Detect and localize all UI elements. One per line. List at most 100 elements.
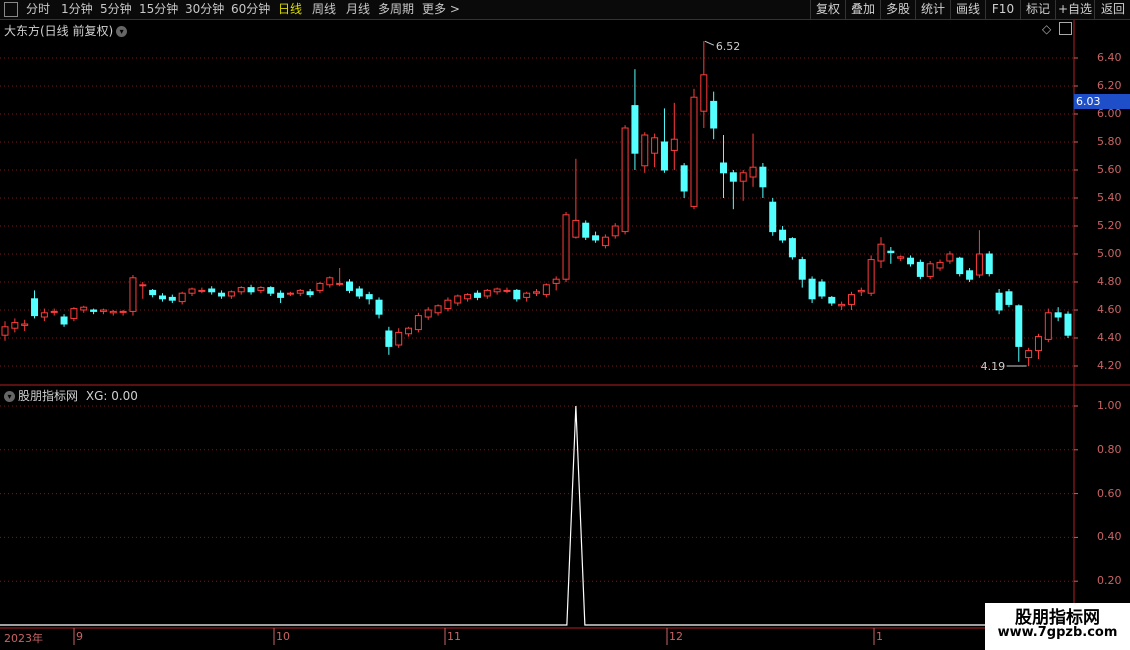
candle-body-down	[60, 316, 68, 325]
candle-body-up	[838, 303, 846, 307]
candle-body-down	[149, 289, 157, 296]
price-tick-label: 4.80	[1097, 275, 1122, 288]
candle-body-down	[345, 281, 353, 291]
indicator-tick-label: 0.60	[1097, 486, 1122, 500]
candle-body-up	[936, 261, 944, 269]
price-tick-label: 5.20	[1097, 219, 1122, 232]
candle-body-up	[877, 243, 885, 262]
candle-body-down	[779, 229, 787, 241]
candle-body-up	[523, 292, 531, 298]
candle-body-up	[11, 322, 19, 329]
candle-body-down	[247, 287, 255, 293]
price-tick-label: 4.40	[1097, 331, 1122, 344]
current-price-tag: 6.03	[1074, 94, 1130, 109]
candle-body-down	[985, 253, 993, 275]
candle-body-up	[700, 74, 708, 112]
candle-body-down	[168, 296, 176, 301]
candle-body-down	[966, 270, 974, 280]
candle-body-up	[1025, 350, 1033, 359]
candle-body-down	[1064, 313, 1072, 336]
candle-body-up	[178, 292, 186, 303]
date-label: 12	[669, 630, 683, 643]
candle-body-up	[50, 310, 58, 313]
candle-body-down	[473, 292, 481, 298]
candle-body-up	[975, 253, 983, 276]
low-price-label: 4.19	[981, 360, 1006, 373]
candle-body-up	[739, 172, 747, 182]
candle-body-up	[129, 277, 137, 312]
candle-body-up	[601, 236, 609, 247]
price-tick-label: 5.40	[1097, 191, 1122, 204]
candle-body-up	[70, 308, 78, 319]
candle-body-up	[395, 331, 403, 346]
date-label: 2023年	[4, 632, 43, 645]
candle-body-up	[326, 277, 334, 286]
candle-body-down	[680, 165, 688, 192]
watermark: 股朋指标网 www.7gpzb.com	[985, 603, 1130, 650]
candle-body-down	[887, 250, 895, 254]
candle-body-up	[897, 256, 905, 259]
candle-body-down	[818, 281, 826, 297]
candle-body-down	[759, 166, 767, 188]
price-tick-label: 5.00	[1097, 247, 1122, 260]
candle-body-up	[621, 127, 629, 233]
candle-body-up	[1, 326, 9, 336]
candle-body-down	[267, 287, 275, 294]
price-tick-label: 4.60	[1097, 303, 1122, 316]
candle-body-up	[119, 310, 127, 313]
candle-body-up	[542, 284, 550, 296]
candle-body-down	[375, 299, 383, 315]
candle-body-up	[926, 263, 934, 277]
candle-body-down	[158, 295, 166, 300]
candle-body-down	[788, 238, 796, 258]
candle-body-up	[749, 166, 757, 178]
candle-body-up	[188, 288, 196, 294]
candle-body-up	[533, 291, 540, 294]
candle-body-up	[483, 289, 491, 297]
candle-body-down	[660, 141, 668, 171]
indicator-tick-label: 0.20	[1097, 574, 1122, 588]
candle-body-up	[493, 288, 501, 293]
candle-body-down	[306, 291, 314, 296]
candle-body-down	[355, 288, 363, 297]
candle-body-up	[651, 137, 659, 154]
candle-body-up	[641, 134, 649, 167]
price-tick-label: 4.20	[1097, 359, 1122, 372]
candle-body-up	[690, 96, 698, 207]
candle-body-down	[710, 100, 718, 129]
candle-body-up	[424, 309, 432, 318]
candle-body-up	[80, 306, 88, 311]
candle-body-up	[572, 219, 580, 238]
candle-body-down	[769, 201, 777, 233]
indicator-tick-label: 0.80	[1097, 442, 1122, 456]
xg-signal-line	[0, 405, 1074, 626]
candle-body-up	[1034, 336, 1042, 352]
candle-body-up	[670, 138, 678, 151]
candle-body-down	[385, 330, 393, 347]
candle-body-down	[218, 292, 226, 297]
candle-body-up	[237, 287, 245, 293]
date-label: 10	[276, 630, 290, 643]
candle-body-down	[277, 292, 285, 298]
candle-body-up	[847, 294, 855, 305]
candle-body-down	[995, 292, 1003, 311]
candle-body-down	[907, 257, 915, 265]
candle-body-up	[414, 315, 422, 331]
candle-body-up	[405, 327, 413, 335]
candle-body-up	[336, 282, 344, 285]
candle-body-up	[296, 289, 304, 294]
date-label: 11	[447, 630, 461, 643]
kline-chart[interactable]: 6.52 4.19	[0, 0, 1130, 650]
candle-body-up	[1044, 312, 1052, 340]
candle-body-up	[227, 291, 235, 297]
price-tick-label: 5.80	[1097, 135, 1122, 148]
candle-body-down	[513, 289, 521, 300]
candle-body-up	[857, 289, 865, 293]
candle-body-down	[365, 294, 373, 300]
candle-body-up	[503, 289, 511, 292]
price-tick-label: 6.40	[1097, 51, 1122, 64]
candle-body-down	[828, 296, 836, 304]
candle-body-down	[592, 235, 600, 241]
candle-body-down	[31, 298, 39, 317]
candle-body-down	[808, 278, 816, 300]
